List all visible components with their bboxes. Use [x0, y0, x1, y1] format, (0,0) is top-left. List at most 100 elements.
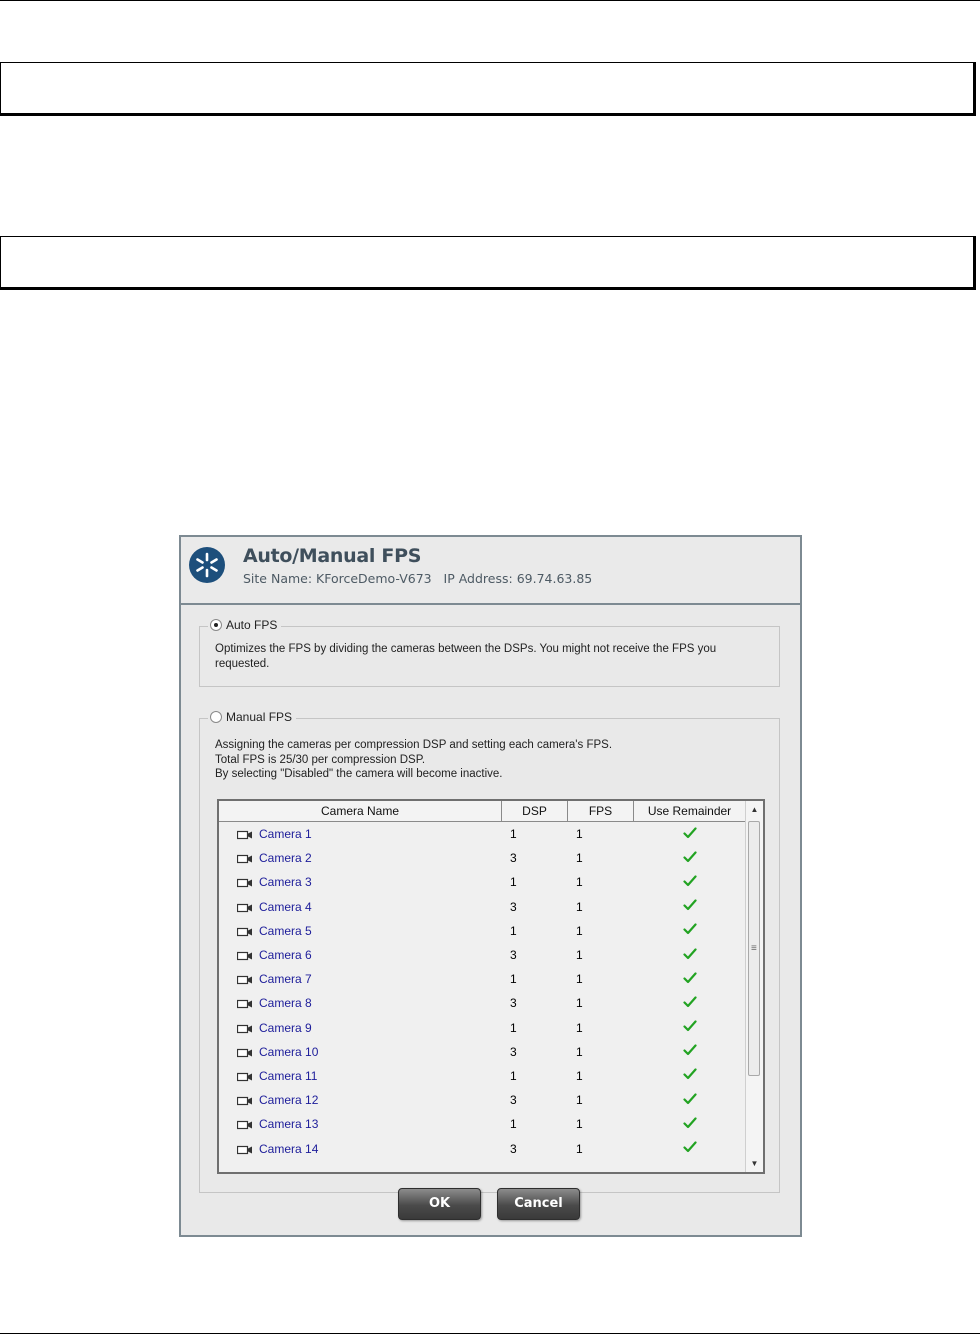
dsp-cell[interactable]: 3	[502, 1045, 568, 1059]
camera-icon	[236, 998, 253, 1009]
camera-icon	[236, 877, 253, 888]
camera-name: Camera 4	[259, 899, 312, 914]
use-remainder-cell[interactable]	[634, 972, 746, 987]
checkmark-icon	[683, 1020, 697, 1032]
dsp-cell[interactable]: 3	[502, 900, 568, 914]
table-row[interactable]: Camera 3 11	[219, 870, 746, 894]
checkmark-icon	[683, 1093, 697, 1105]
use-remainder-cell[interactable]	[634, 947, 746, 963]
checkmark-icon	[683, 899, 697, 911]
table-row[interactable]: Camera 6 31	[219, 943, 746, 967]
camera-name: Camera 14	[259, 1141, 319, 1156]
dialog-subtitle: Site Name: KForceDemo-V673 IP Address: 6…	[243, 571, 593, 586]
table-row[interactable]: Camera 11 1 1	[219, 1064, 746, 1088]
fps-cell[interactable]: 1	[568, 1142, 634, 1156]
dsp-cell[interactable]: 1	[502, 924, 568, 938]
use-remainder-cell[interactable]	[634, 826, 746, 842]
table-row[interactable]: Camera 8 31	[219, 991, 746, 1015]
dsp-cell[interactable]: 1	[502, 1021, 568, 1035]
table-row[interactable]: Camera 1 11	[219, 822, 746, 846]
manual-fps-group: Manual FPS Assigning the cameras per com…	[199, 710, 780, 1193]
camera-icon	[236, 1071, 253, 1082]
document-box-1	[0, 62, 976, 116]
camera-icon	[236, 926, 253, 936]
camera-name-cell: Camera 5	[219, 924, 502, 938]
dsp-cell[interactable]: 1	[502, 827, 568, 841]
column-header-dsp[interactable]: DSP	[502, 801, 568, 821]
use-remainder-cell[interactable]	[634, 1117, 746, 1132]
camera-name: Camera 7	[259, 972, 312, 987]
fps-cell[interactable]: 1	[568, 875, 634, 889]
use-remainder-cell[interactable]	[634, 923, 746, 938]
table-row[interactable]: Camera 14 3 1	[219, 1136, 746, 1160]
use-remainder-cell[interactable]	[634, 1020, 746, 1035]
checkmark-icon	[683, 923, 697, 935]
auto-fps-radio[interactable]	[210, 619, 222, 631]
auto-fps-group: Auto FPS Optimizes the FPS by dividing t…	[199, 618, 780, 687]
use-remainder-cell[interactable]	[634, 899, 746, 914]
camera-name-cell: Camera 12	[219, 1093, 502, 1107]
use-remainder-cell[interactable]	[634, 1068, 746, 1083]
fps-cell[interactable]: 1	[568, 827, 634, 841]
auto-fps-option[interactable]: Auto FPS	[208, 618, 282, 632]
dsp-cell[interactable]: 3	[502, 1093, 568, 1107]
fps-cell[interactable]: 1	[568, 1117, 634, 1131]
use-remainder-cell[interactable]	[634, 1141, 746, 1156]
dsp-cell[interactable]: 3	[502, 851, 568, 865]
use-remainder-cell[interactable]	[634, 851, 746, 866]
table-row[interactable]: Camera 13 1 1	[219, 1112, 746, 1136]
dsp-cell[interactable]: 3	[502, 996, 568, 1010]
checkmark-icon	[683, 826, 697, 839]
fps-cell[interactable]: 1	[568, 948, 634, 962]
table-body: Camera 1 1 1 Camera 2 3 1 Camera 3 1 1 Camera 431…	[219, 822, 746, 1172]
camera-icon	[236, 1119, 253, 1130]
table-row[interactable]: Camera 12 3 1	[219, 1088, 746, 1112]
camera-name-cell: Camera 1	[219, 827, 502, 841]
dsp-cell[interactable]: 3	[502, 1142, 568, 1156]
manual-fps-radio[interactable]	[210, 711, 222, 723]
ok-button[interactable]: OK	[398, 1188, 481, 1220]
scroll-up-arrow-icon[interactable]: ▲	[746, 801, 763, 818]
camera-name: Camera 3	[259, 875, 312, 890]
dsp-cell[interactable]: 1	[502, 1069, 568, 1083]
table-row[interactable]: Camera 5 11	[219, 919, 746, 943]
app-logo-icon	[189, 547, 225, 583]
use-remainder-cell[interactable]	[634, 1044, 746, 1059]
table-row[interactable]: Camera 4 31	[219, 895, 746, 919]
manual-fps-option[interactable]: Manual FPS	[208, 710, 297, 724]
column-header-use-remainder[interactable]: Use Remainder	[634, 801, 746, 821]
dsp-cell[interactable]: 3	[502, 948, 568, 962]
dsp-cell[interactable]: 1	[502, 875, 568, 889]
fps-cell[interactable]: 1	[568, 924, 634, 938]
table-row[interactable]: Camera 10 3 1	[219, 1040, 746, 1064]
use-remainder-cell[interactable]	[634, 996, 746, 1011]
manual-fps-description: Assigning the cameras per compression DS…	[215, 738, 755, 782]
fps-cell[interactable]: 1	[568, 996, 634, 1010]
camera-icon	[236, 902, 253, 912]
fps-cell[interactable]: 1	[568, 1021, 634, 1035]
scrollbar-thumb[interactable]: ≡	[748, 821, 760, 1076]
table-row[interactable]: Camera 2 31	[219, 846, 746, 870]
fps-cell[interactable]: 1	[568, 1093, 634, 1107]
fps-cell[interactable]: 1	[568, 1069, 634, 1083]
table-scrollbar[interactable]: ▲ ≡ ▼	[745, 801, 763, 1172]
fps-cell[interactable]: 1	[568, 900, 634, 914]
dialog-title: Auto/Manual FPS	[243, 545, 422, 567]
cancel-button[interactable]: Cancel	[497, 1188, 580, 1220]
table-row[interactable]: Camera 7 11	[219, 967, 746, 991]
document-box-2	[0, 236, 976, 290]
fps-cell[interactable]: 1	[568, 972, 634, 986]
manual-fps-label: Manual FPS	[226, 710, 293, 724]
dsp-cell[interactable]: 1	[502, 1117, 568, 1131]
fps-cell[interactable]: 1	[568, 1045, 634, 1059]
scroll-down-arrow-icon[interactable]: ▼	[746, 1155, 763, 1172]
dsp-cell[interactable]: 1	[502, 972, 568, 986]
camera-icon	[236, 1023, 253, 1033]
use-remainder-cell[interactable]	[634, 875, 746, 890]
column-header-camera-name[interactable]: Camera Name	[219, 801, 502, 821]
column-header-fps[interactable]: FPS	[568, 801, 634, 821]
use-remainder-cell[interactable]	[634, 1093, 746, 1108]
table-row[interactable]: Camera 9 11	[219, 1016, 746, 1040]
camera-icon	[236, 1095, 253, 1106]
fps-cell[interactable]: 1	[568, 851, 634, 865]
